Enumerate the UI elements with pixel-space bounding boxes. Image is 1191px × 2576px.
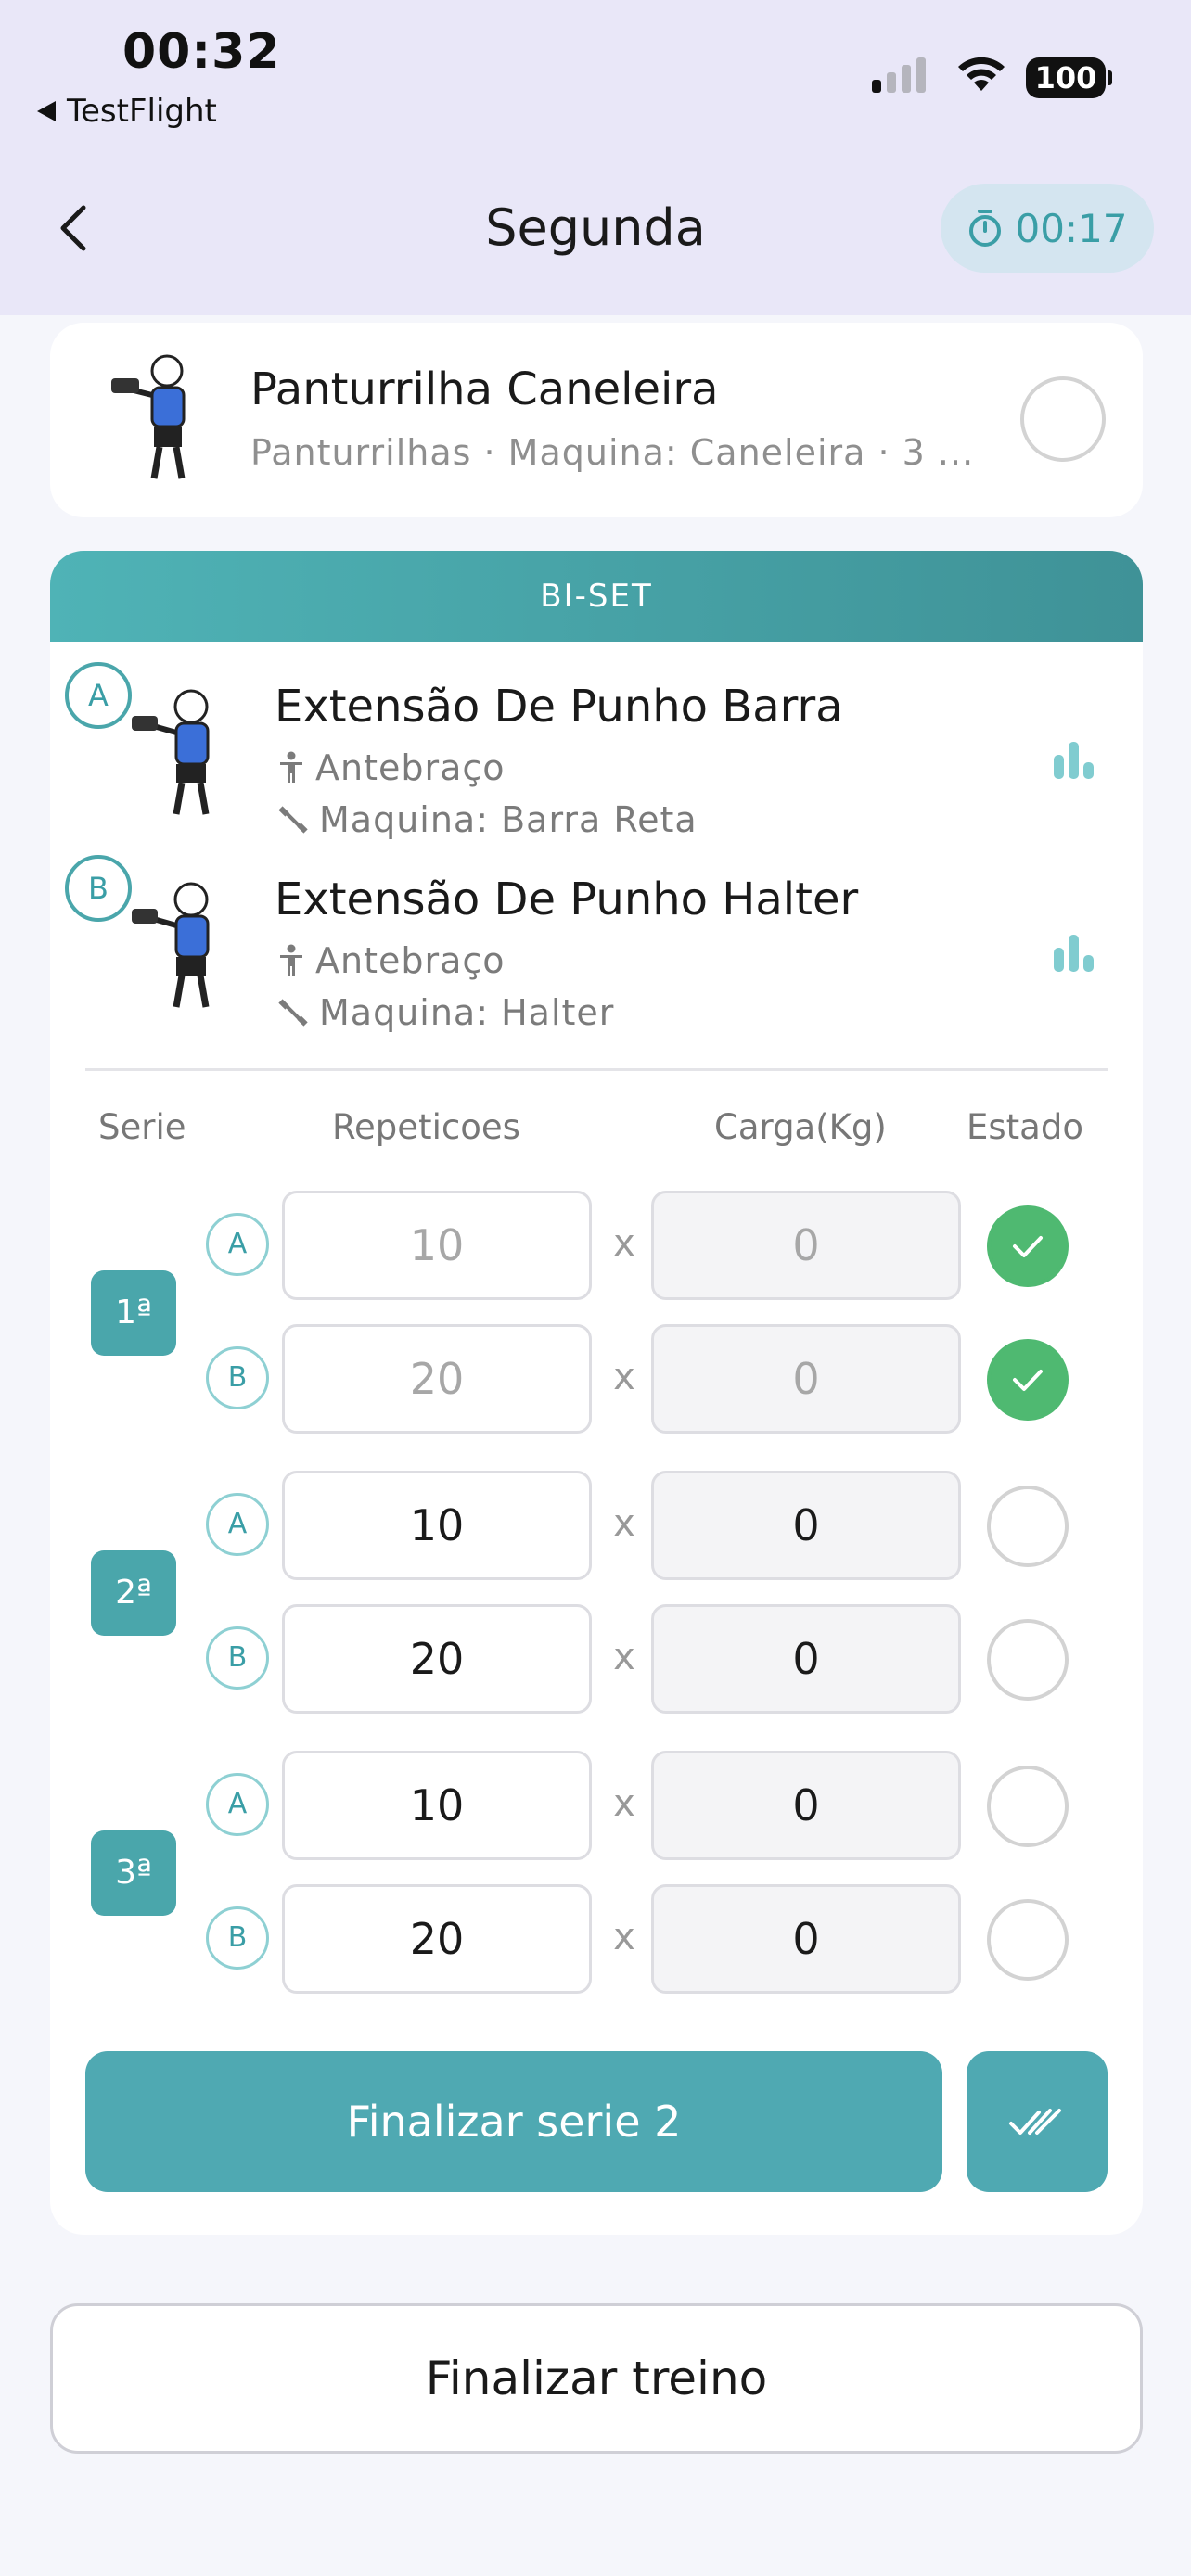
times-symbol: x	[613, 1636, 635, 1678]
row-letter-badge: B	[206, 1626, 269, 1690]
exercise-letter-badge: B	[65, 855, 132, 922]
equipment-label: Maquina: Halter	[319, 992, 615, 1033]
reps-input[interactable]: 20	[282, 1884, 592, 1994]
row-letter-badge: A	[206, 1773, 269, 1836]
set-done-toggle[interactable]	[987, 1619, 1069, 1701]
set-number-badge: 3ª	[91, 1830, 176, 1916]
set-done-toggle[interactable]	[987, 1205, 1069, 1287]
exercise-illustration	[132, 689, 210, 815]
check-icon	[1013, 1236, 1043, 1257]
load-input[interactable]: 0	[651, 1604, 961, 1714]
exercise-illustration	[111, 354, 186, 479]
set-done-toggle[interactable]	[987, 1766, 1069, 1847]
times-symbol: x	[613, 1222, 635, 1265]
exercise-name: Panturrilha Caneleira	[250, 363, 719, 415]
column-header-reps: Repeticoes	[332, 1107, 520, 1147]
bar-chart-icon[interactable]	[1054, 935, 1094, 972]
reps-input[interactable]: 10	[282, 1191, 592, 1300]
dumbbell-icon	[278, 999, 308, 1027]
set-done-toggle[interactable]	[987, 1486, 1069, 1567]
person-icon	[280, 751, 302, 783]
load-input[interactable]: 0	[651, 1191, 961, 1300]
reps-input[interactable]: 10	[282, 1471, 592, 1580]
reps-input[interactable]: 20	[282, 1324, 592, 1434]
check-icon	[1013, 1370, 1043, 1391]
battery-tip	[1108, 70, 1112, 85]
row-letter-badge: B	[206, 1906, 269, 1970]
set-done-toggle[interactable]	[987, 1339, 1069, 1421]
load-input[interactable]: 0	[651, 1884, 961, 1994]
row-letter-badge: B	[206, 1346, 269, 1409]
exercise-illustration	[132, 882, 210, 1008]
exercise-equipment: Maquina: Barra Reta	[278, 799, 698, 840]
load-input[interactable]: 0	[651, 1324, 961, 1434]
person-icon	[280, 944, 302, 976]
times-symbol: x	[613, 1916, 635, 1958]
reps-input[interactable]: 20	[282, 1604, 592, 1714]
exercise-letter-badge: A	[65, 662, 132, 729]
divider	[85, 1068, 1108, 1071]
finish-set-button[interactable]: Finalizar serie 2	[85, 2051, 942, 2192]
muscle-label: Antebraço	[315, 747, 506, 788]
timer-value: 00:17	[1015, 205, 1128, 251]
set-number-badge: 1ª	[91, 1270, 176, 1356]
exercise-complete-toggle[interactable]	[1020, 376, 1106, 462]
double-check-icon	[1009, 2109, 1061, 2135]
muscle-label: Antebraço	[315, 940, 506, 981]
exercise-name: Extensão De Punho Barra	[275, 681, 843, 733]
times-symbol: x	[613, 1356, 635, 1398]
workout-timer[interactable]: 00:17	[941, 184, 1154, 273]
biset-card: BI-SET A Extensão De Punho Barra Antebra…	[50, 551, 1143, 2235]
finish-workout-button[interactable]: Finalizar treino	[50, 2303, 1143, 2454]
times-symbol: x	[613, 1782, 635, 1825]
row-letter-badge: A	[206, 1493, 269, 1556]
exercise-equipment: Maquina: Halter	[278, 992, 614, 1033]
exercise-muscle: Antebraço	[278, 747, 506, 788]
app-header: 00:32 TestFlight 100 Segunda 00:17	[0, 0, 1191, 315]
equipment-label: Maquina: Barra Reta	[319, 799, 698, 840]
bar-chart-icon[interactable]	[1054, 742, 1094, 779]
set-number-badge: 2ª	[91, 1550, 176, 1636]
wifi-icon	[958, 57, 1005, 91]
exercise-muscle: Antebraço	[278, 940, 506, 981]
stopwatch-icon	[969, 210, 1002, 247]
battery-indicator: 100	[1026, 57, 1106, 98]
set-done-toggle[interactable]	[987, 1899, 1069, 1981]
column-header-load: Carga(Kg)	[714, 1107, 887, 1147]
biset-header: BI-SET	[50, 551, 1143, 642]
load-input[interactable]: 0	[651, 1471, 961, 1580]
finish-all-sets-button[interactable]	[967, 2051, 1108, 2192]
status-time: 00:32	[122, 24, 281, 80]
dumbbell-icon	[278, 806, 308, 834]
column-header-serie: Serie	[98, 1107, 186, 1147]
back-app-label: TestFlight	[67, 93, 217, 130]
exercise-card[interactable]: Panturrilha Caneleira Panturrilhas · Maq…	[50, 323, 1143, 517]
back-triangle-icon	[37, 101, 56, 121]
exercise-name: Extensão De Punho Halter	[275, 874, 859, 925]
column-header-state: Estado	[967, 1107, 1083, 1147]
back-to-app-link[interactable]: TestFlight	[37, 93, 217, 130]
exercise-details: Panturrilhas · Maquina: Caneleira · 3 ..…	[250, 432, 975, 473]
reps-input[interactable]: 10	[282, 1751, 592, 1860]
load-input[interactable]: 0	[651, 1751, 961, 1860]
row-letter-badge: A	[206, 1213, 269, 1276]
cellular-signal-icon	[872, 57, 926, 93]
times-symbol: x	[613, 1502, 635, 1545]
